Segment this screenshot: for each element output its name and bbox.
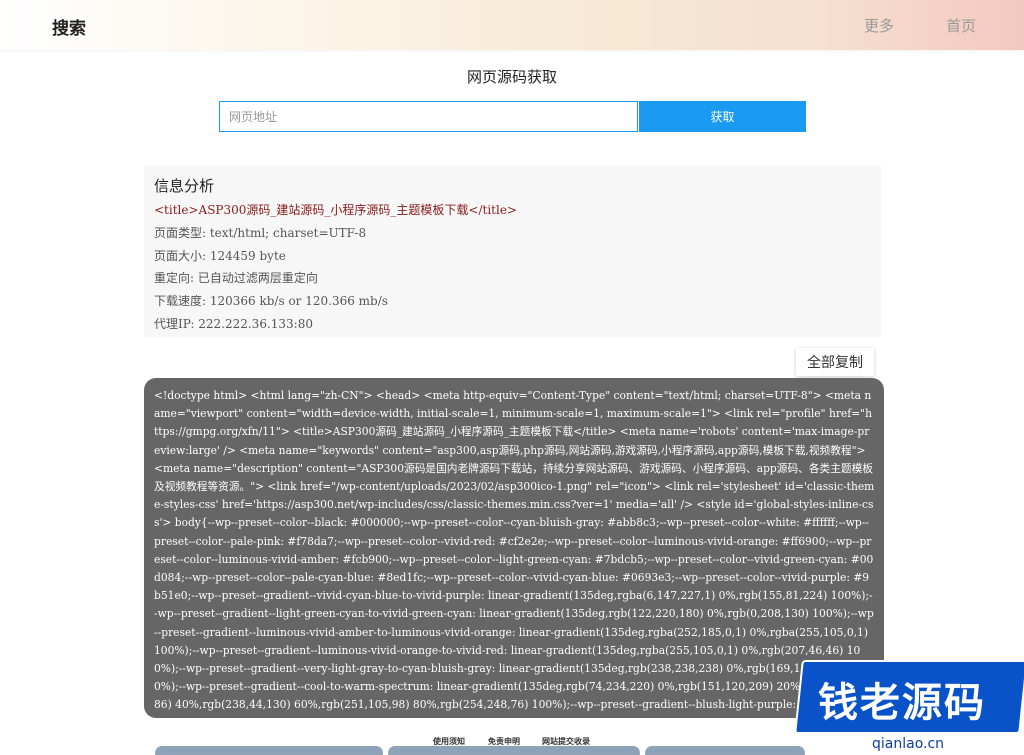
page-title: 网页源码获取 (466, 68, 557, 86)
watermark-text: 钱老源码 (818, 680, 986, 726)
info-page-size: 页面大小: 124459 byte (154, 249, 286, 263)
copy-all-button[interactable]: 全部复制 (796, 348, 874, 376)
footer-card[interactable] (155, 746, 383, 755)
info-content-type: 页面类型: text/html; charset=UTF-8 (154, 226, 367, 240)
info-heading: 信息分析 (154, 177, 215, 195)
watermark-badge: 钱老源码 (794, 648, 1024, 734)
nav-home-link[interactable]: 首页 (946, 15, 976, 36)
info-redirect: 重定向: 已自动过滤两层重定向 (154, 271, 318, 285)
top-header: 搜索 更多 首页 (0, 0, 1024, 50)
watermark-url: qianlao.cn (872, 736, 945, 752)
site-logo[interactable]: 搜索 (52, 14, 86, 39)
fetch-button[interactable]: 获取 (639, 101, 806, 132)
info-panel: 信息分析 <title>ASP300源码_建站源码_小程序源码_主题模板下载</… (144, 166, 881, 337)
source-code-text: <!doctype html> <html lang="zh-CN"> <hea… (154, 389, 875, 718)
info-speed: 下载速度: 120366 kb/s or 120.366 mb/s (154, 294, 388, 308)
nav-more-link[interactable]: 更多 (864, 15, 894, 36)
info-title-tag: <title>ASP300源码_建站源码_小程序源码_主题模板下载</title… (154, 203, 517, 217)
source-code-panel[interactable]: <!doctype html> <html lang="zh-CN"> <hea… (144, 378, 884, 718)
info-proxy-ip: 代理IP: 222.222.36.133:80 (154, 317, 313, 331)
url-input[interactable] (219, 101, 638, 132)
footer-card[interactable] (388, 746, 640, 755)
footer-card[interactable] (645, 746, 805, 755)
